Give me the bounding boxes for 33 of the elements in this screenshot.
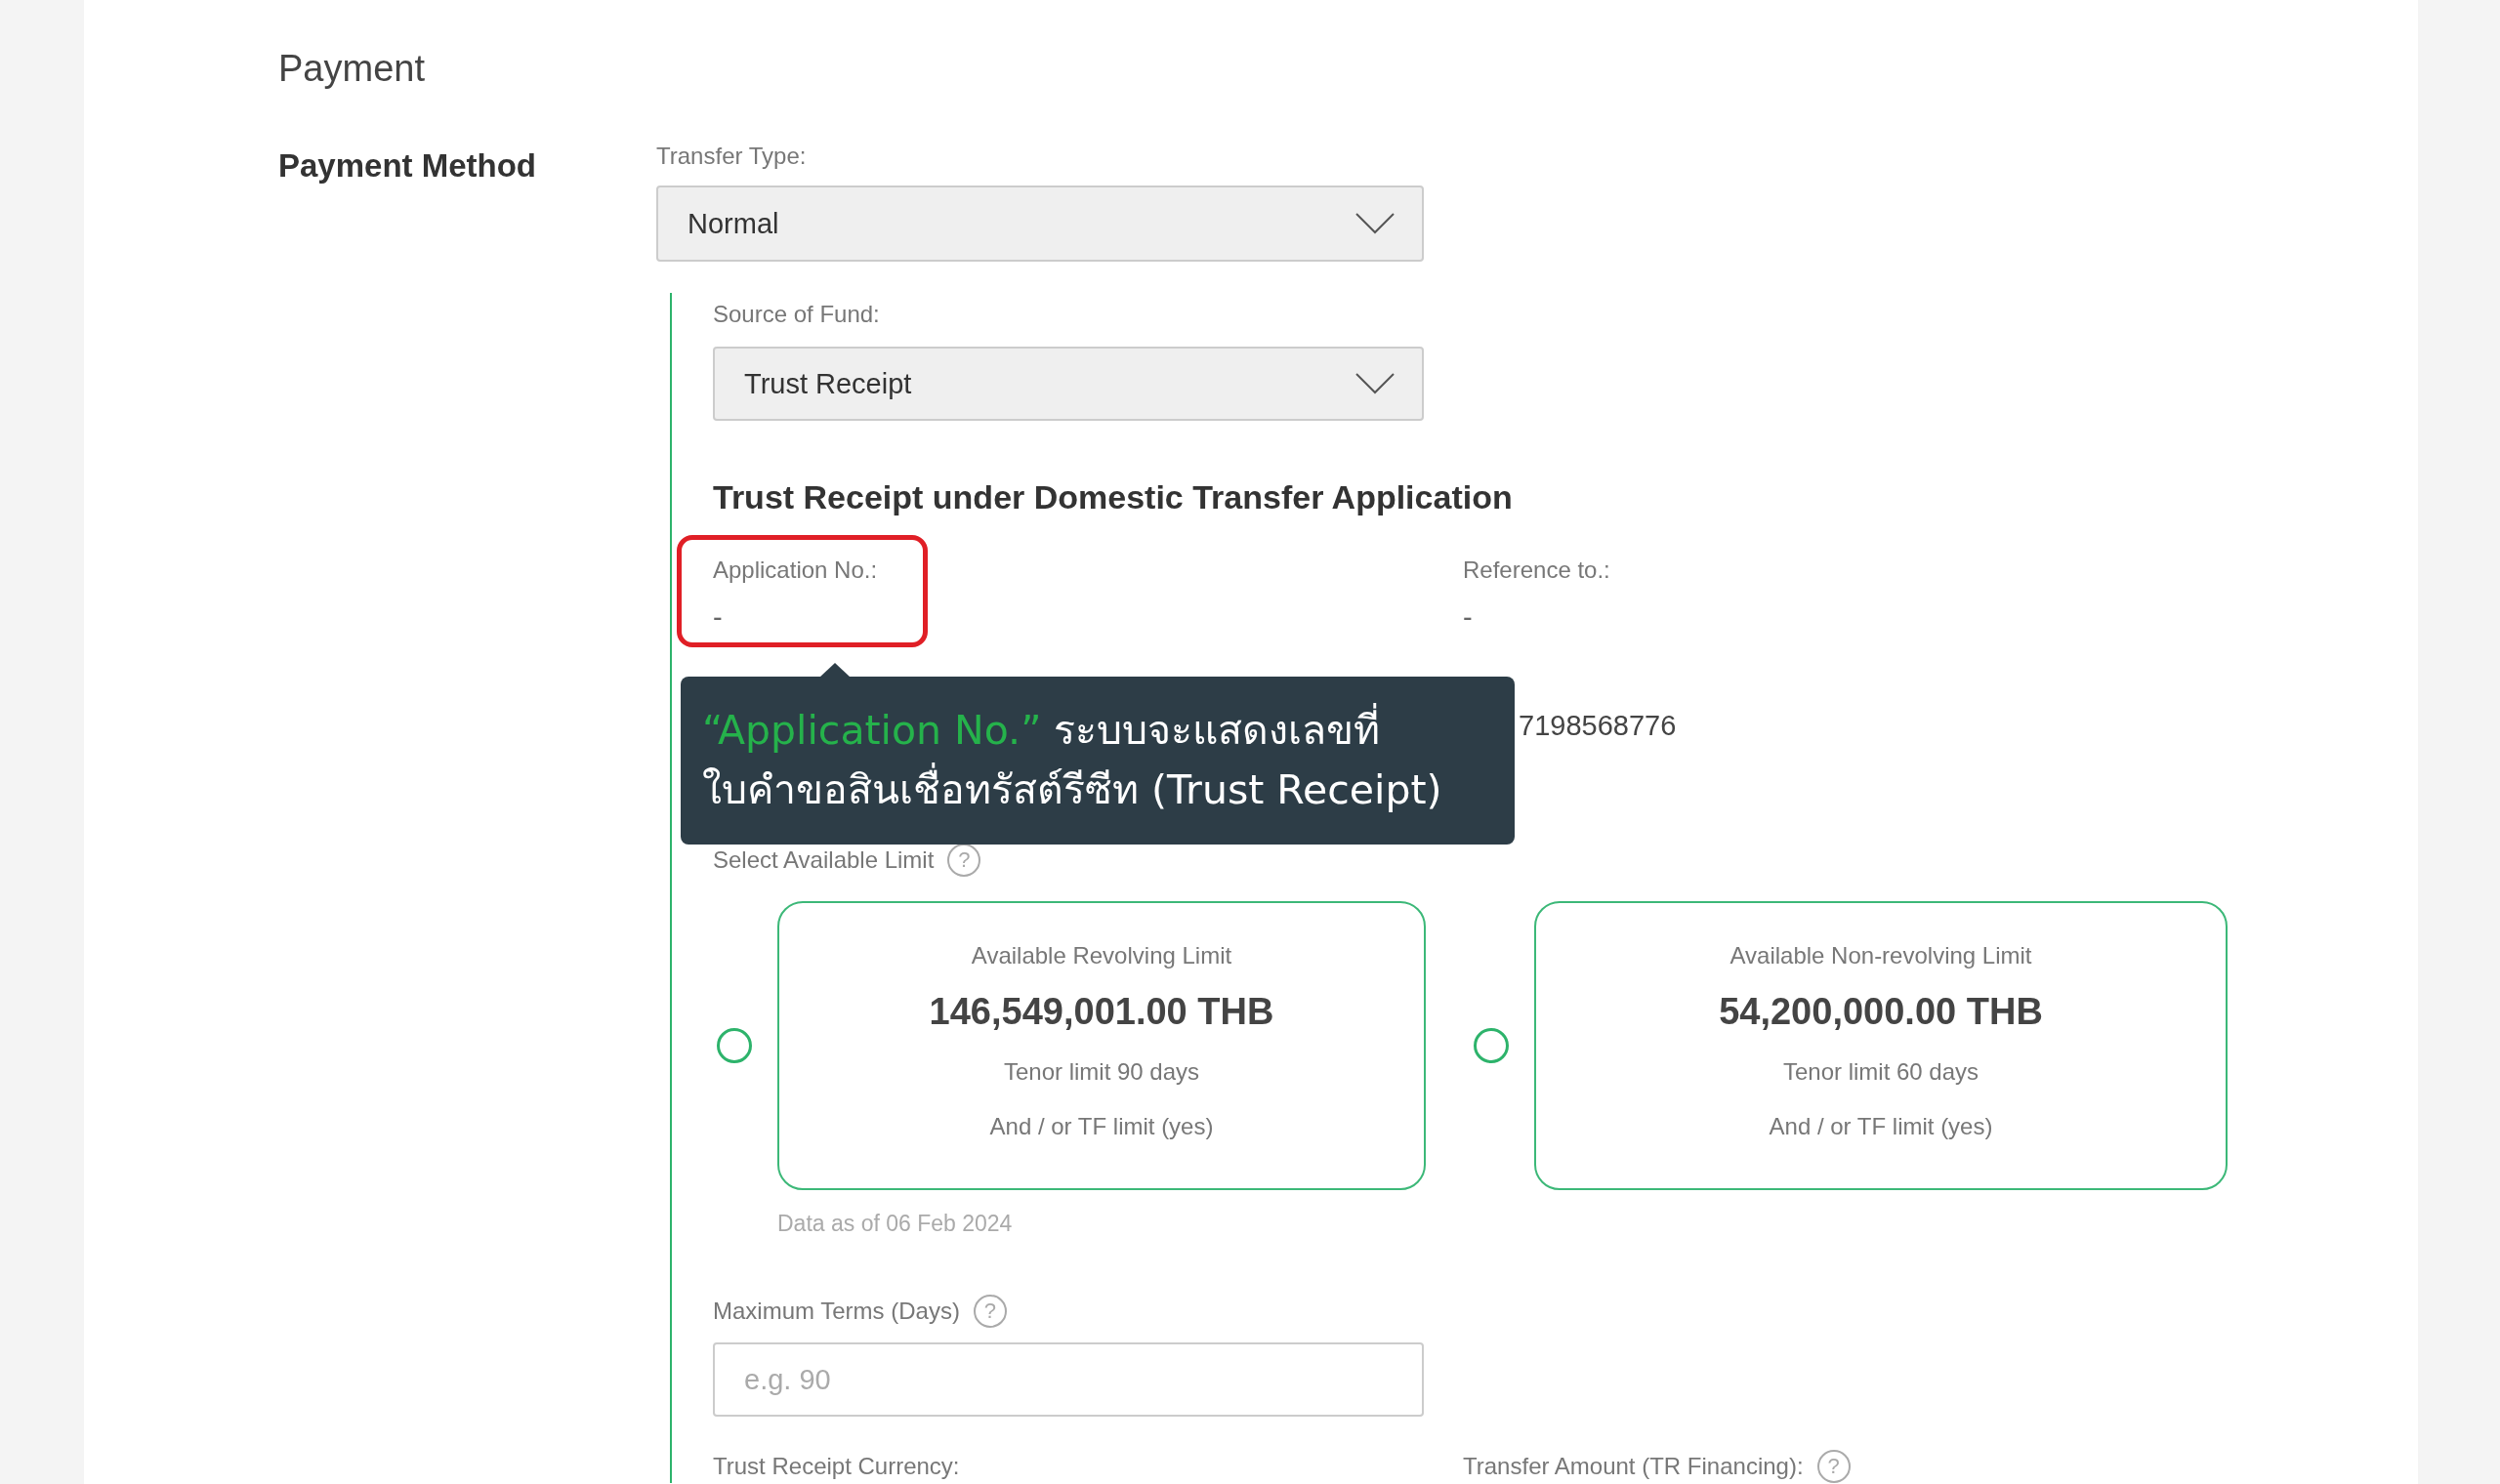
limit-card[interactable]: Available Non-revolving Limit 54,200,000.00 THB Tenor limit 60 days And / or TF limit (yes) [1534,901,2228,1190]
section-label: Payment Method [278,147,538,185]
card-title: Available Non-revolving Limit [1729,942,2032,969]
field-label: Application No.: [713,556,878,584]
radio-button[interactable] [717,1028,752,1063]
field-value: - [713,601,724,634]
limit-card[interactable]: Available Revolving Limit 146,549,001.00 THB Tenor limit 90 days And / or TF limit (yes) [777,901,1426,1190]
tf-limit-text: And / or TF limit (yes) [1769,1113,1993,1140]
field-label: Transfer Type: [656,143,808,170]
card-title: Available Revolving Limit [971,942,1232,969]
tooltip-text: “Application No.” ระบบจะแสดงเลขที่ ใบคำขอสินเชื่อทรัสต์รีซีท (Trust Receipt) [702,701,1493,820]
field-label: Transfer Amount (TR Financing): [1463,1453,1804,1480]
chevron-down-icon [1355,213,1395,234]
field-value: 7198568776 [1519,710,1677,742]
field-label: Select Available Limit [713,846,935,874]
tenor-text: Tenor limit 60 days [1782,1058,1979,1086]
field-label: Maximum Terms (Days) [713,1298,960,1325]
field-label: Trust Receipt Currency: [713,1453,960,1480]
maximum-terms-field[interactable]: e.g. 90 [713,1342,1424,1417]
data-date-text: Data as of 06 Feb 2024 [777,1211,1014,1236]
field-value: - [1463,601,1474,634]
section-title: Payment [278,47,426,90]
tenor-text: Tenor limit 90 days [1003,1058,1200,1086]
tf-limit-text: And / or TF limit (yes) [989,1113,1214,1140]
chevron-down-icon [1355,373,1395,394]
limit-amount: 146,549,001.00 THB [929,991,1274,1033]
field-label: Reference to.: [1463,556,1610,584]
section-heading: Trust Receipt under Domestic Transfer Application [713,478,1514,516]
field-label: Source of Fund: [713,301,881,328]
transfer-type-dropdown[interactable]: Normal [656,186,1424,262]
radio-button[interactable] [1474,1028,1509,1063]
limit-amount: 54,200,000.00 THB [1719,991,2043,1033]
source-of-fund-dropdown[interactable]: Trust Receipt [713,347,1424,421]
